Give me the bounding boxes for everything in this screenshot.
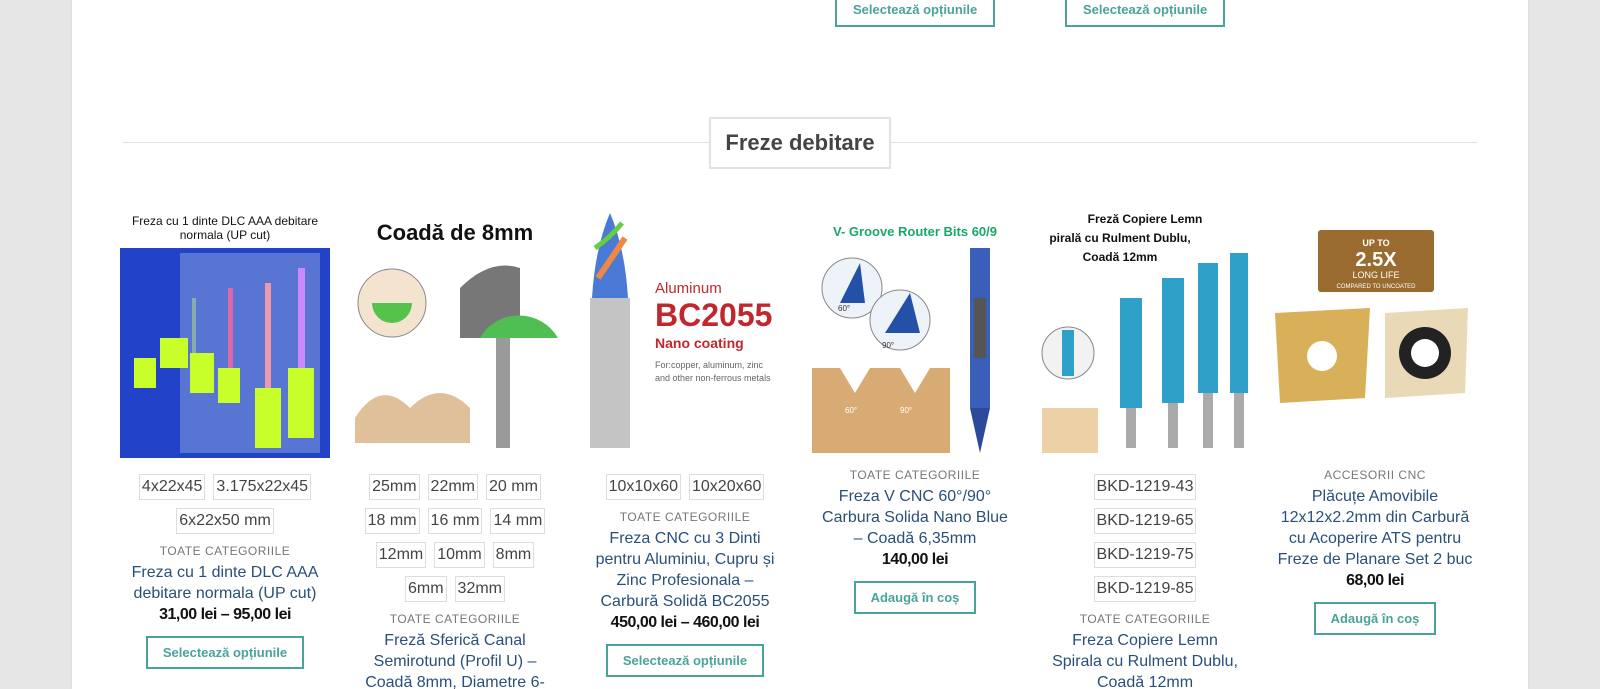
section-title: Freze debitare xyxy=(709,117,891,169)
image-caption: For:copper, aluminum, zinc xyxy=(655,360,764,370)
image-caption: BC2055 xyxy=(655,297,772,333)
image-caption: Coadă 12mm xyxy=(1083,250,1158,264)
product-image[interactable]: Coadă de 8mm xyxy=(350,208,560,458)
angle-label: 60° xyxy=(845,406,857,415)
variation-options: BKD-1219-43 BKD-1219-65 BKD-1219-75 BKD-… xyxy=(1040,474,1250,602)
badge-text: 2.5X xyxy=(1355,249,1397,271)
option-swatch[interactable]: 3.175x22x45 xyxy=(213,474,312,500)
option-swatch[interactable]: 10x20x60 xyxy=(689,474,765,500)
select-options-button[interactable]: Selectează opțiunile xyxy=(1065,0,1226,27)
select-options-button[interactable]: Selectează opțiunile xyxy=(145,636,305,669)
product-image[interactable]: Aluminum BC2055 Nano coating For:copper,… xyxy=(580,208,790,458)
product-price: 450,00 lei – 460,00 lei xyxy=(610,614,760,631)
product-price: 31,00 lei – 95,00 lei xyxy=(159,606,291,623)
variation-options: 25mm 22mm 20 mm 18 mm 16 mm 14 mm 12mm 1… xyxy=(350,474,560,602)
product-image[interactable]: UP TO 2.5X LONG LIFE COMPARED TO UNCOATE… xyxy=(1270,208,1480,458)
image-caption: V- Groove Router Bits 60/9 xyxy=(833,224,997,239)
badge-text: COMPARED TO UNCOATED xyxy=(1337,284,1417,290)
image-caption: Freză Copiere Lemn xyxy=(1088,212,1203,226)
product-category[interactable]: TOATE CATEGORIILE xyxy=(1040,612,1250,626)
image-caption: Aluminum xyxy=(655,280,722,297)
product-card: V- Groove Router Bits 60/9 60° 90° 60° 9… xyxy=(810,208,1020,614)
option-swatch[interactable]: 6x22x50 mm xyxy=(176,508,274,534)
option-swatch[interactable]: 6mm xyxy=(404,576,447,602)
product-card: Freză Copiere Lemn pirală cu Rulment Dub… xyxy=(1040,208,1250,689)
option-swatch[interactable]: BKD-1219-75 xyxy=(1093,542,1197,568)
option-swatch[interactable]: 20 mm xyxy=(486,474,541,500)
badge-text: UP TO xyxy=(1362,238,1389,248)
option-swatch[interactable]: 32mm xyxy=(454,576,505,602)
product-category[interactable]: TOATE CATEGORIILE xyxy=(810,468,1020,482)
image-caption: normala (UP cut) xyxy=(180,228,270,242)
product-title[interactable]: Freza cu 1 dinte DLC AAA debitare normal… xyxy=(120,562,330,604)
option-swatch[interactable]: 4x22x45 xyxy=(138,474,206,500)
option-swatch[interactable]: 18 mm xyxy=(364,508,420,534)
option-swatch[interactable]: 14 mm xyxy=(490,508,546,534)
image-caption: and other non-ferrous metals xyxy=(655,373,771,383)
product-category[interactable]: TOATE CATEGORIILE xyxy=(120,544,330,558)
option-swatch[interactable]: 10mm xyxy=(434,542,485,568)
add-to-cart-button[interactable]: Adaugă în coș xyxy=(1313,602,1437,635)
product-image[interactable]: V- Groove Router Bits 60/9 60° 90° 60° 9… xyxy=(810,208,1020,458)
product-image[interactable]: Freza cu 1 dinte DLC AAA debitare normal… xyxy=(120,208,330,458)
angle-label: 90° xyxy=(882,341,894,350)
image-caption: Freza cu 1 dinte DLC AAA debitare xyxy=(132,214,318,228)
product-category[interactable]: ACCESORII CNC xyxy=(1270,468,1480,482)
product-title[interactable]: Freza Copiere Lemn Spirala cu Rulment Du… xyxy=(1040,630,1250,689)
select-options-button[interactable]: Selectează opțiunile xyxy=(835,0,996,27)
product-title[interactable]: Freza CNC cu 3 Dinti pentru Aluminiu, Cu… xyxy=(580,528,790,612)
image-caption: Nano coating xyxy=(655,335,744,351)
option-swatch[interactable]: 16 mm xyxy=(427,508,483,534)
angle-label: 90° xyxy=(900,406,912,415)
page-content: Selectează opțiunile Selectează opțiunil… xyxy=(72,0,1528,689)
product-category[interactable]: TOATE CATEGORIILE xyxy=(580,510,790,524)
angle-label: 60° xyxy=(838,304,850,313)
option-swatch[interactable]: 25mm xyxy=(369,474,420,500)
option-swatch[interactable]: 12mm xyxy=(375,542,427,568)
product-card: UP TO 2.5X LONG LIFE COMPARED TO UNCOATE… xyxy=(1270,208,1480,635)
product-price: 140,00 lei xyxy=(881,551,949,568)
variation-options: 4x22x45 3.175x22x45 6x22x50 mm xyxy=(120,474,330,534)
product-category[interactable]: TOATE CATEGORIILE xyxy=(350,612,560,626)
badge-text: LONG LIFE xyxy=(1352,270,1399,280)
option-swatch[interactable]: 8mm xyxy=(492,542,535,568)
product-card: Freza cu 1 dinte DLC AAA debitare normal… xyxy=(120,208,330,669)
add-to-cart-button[interactable]: Adaugă în coș xyxy=(853,581,977,614)
option-swatch[interactable]: BKD-1219-85 xyxy=(1093,576,1197,602)
product-title[interactable]: Plăcuțe Amovibile 12x12x2.2mm din Carbur… xyxy=(1270,486,1480,570)
variation-options: 10x10x60 10x20x60 xyxy=(580,474,790,500)
select-options-button[interactable]: Selectează opțiunile xyxy=(605,644,765,677)
image-caption: pirală cu Rulment Dublu, xyxy=(1049,231,1190,245)
product-title[interactable]: Freză Sferică Canal Semirotund (Profil U… xyxy=(350,630,560,689)
option-swatch[interactable]: 10x10x60 xyxy=(605,474,681,500)
option-swatch[interactable]: 22mm xyxy=(427,474,478,500)
option-swatch[interactable]: BKD-1219-65 xyxy=(1093,508,1197,534)
product-image[interactable]: Freză Copiere Lemn pirală cu Rulment Dub… xyxy=(1040,208,1250,458)
product-card: Coadă de 8mm 25mm 22mm 20 mm 18 mm 16 mm… xyxy=(350,208,560,689)
option-swatch[interactable]: BKD-1219-43 xyxy=(1093,474,1197,500)
image-caption: Coadă de 8mm xyxy=(377,220,534,245)
product-card: Aluminum BC2055 Nano coating For:copper,… xyxy=(580,208,790,677)
product-title[interactable]: Freza V CNC 60°/90° Carbura Solida Nano … xyxy=(810,486,1020,549)
product-price: 68,00 lei xyxy=(1346,572,1404,589)
